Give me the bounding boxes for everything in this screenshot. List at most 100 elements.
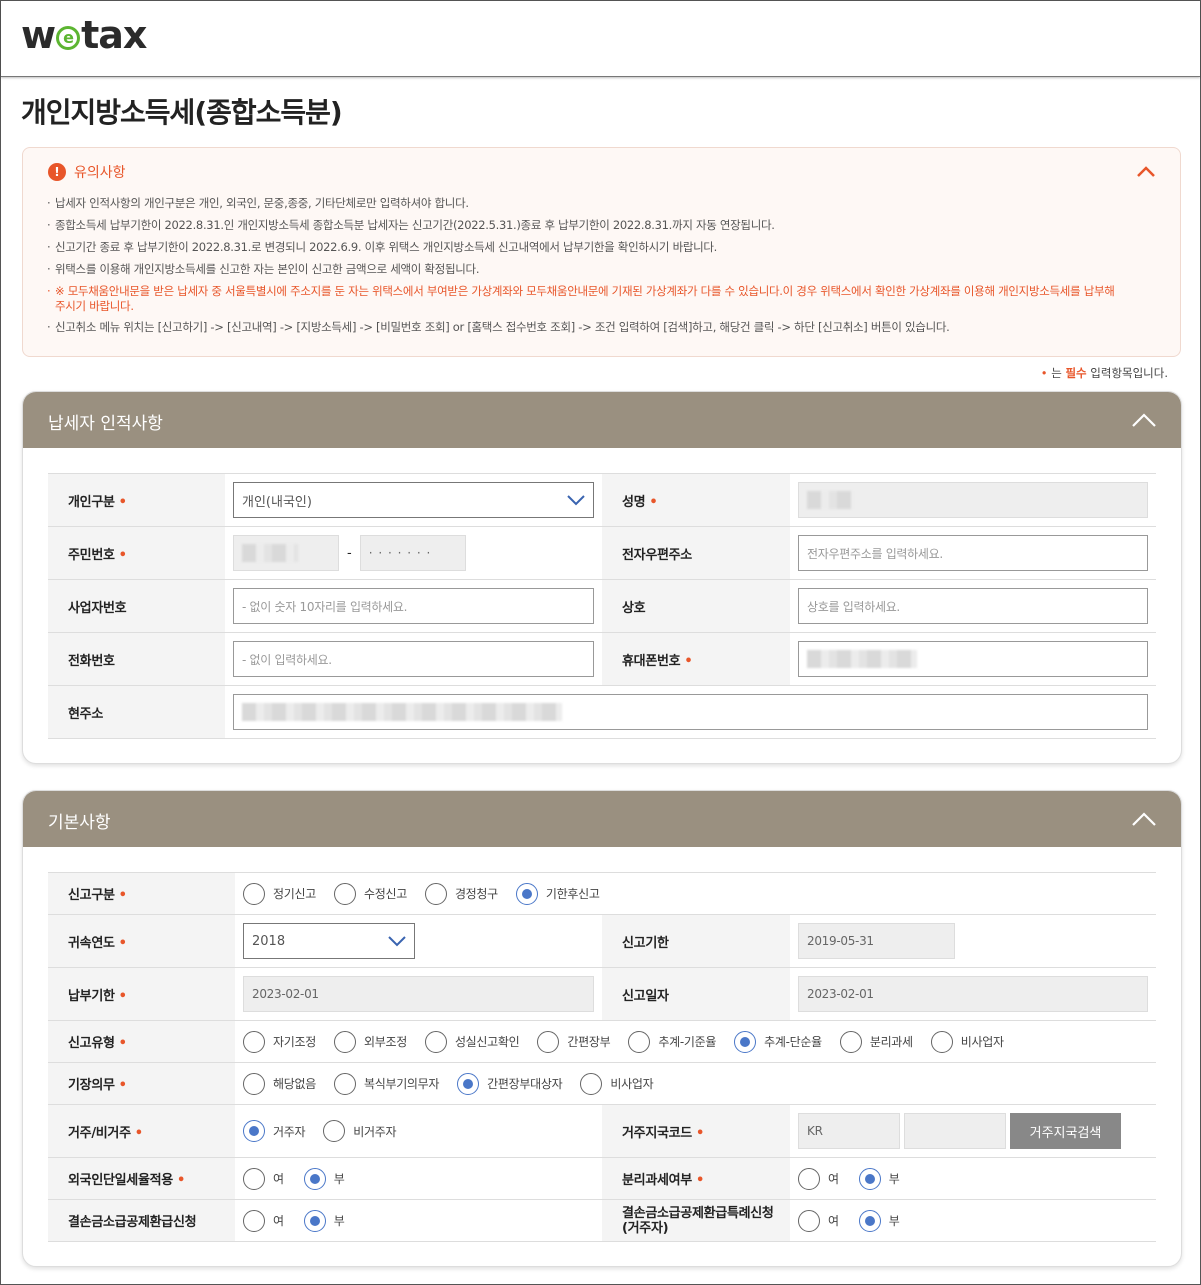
chevron-up-icon[interactable] — [1131, 811, 1157, 827]
radio-unchecked-icon[interactable] — [798, 1209, 820, 1232]
trade-name-input[interactable]: 상호를 입력하세요. — [798, 588, 1148, 624]
chevron-up-icon[interactable] — [1136, 164, 1156, 178]
type-select[interactable]: 개인(내국인) — [233, 482, 594, 518]
radio-checked-icon[interactable] — [515, 882, 538, 905]
logo-e-icon: e — [56, 26, 81, 50]
radio-option[interactable]: 정기신고 — [243, 882, 316, 905]
radio-unchecked-icon[interactable] — [839, 1030, 862, 1053]
residence-code-field: KR — [798, 1113, 900, 1149]
radio-unchecked-icon[interactable] — [323, 1120, 346, 1142]
radio-option[interactable]: 비사업자 — [580, 1072, 654, 1095]
radio-option[interactable]: 거주자 — [243, 1120, 306, 1142]
wetax-logo[interactable]: w e tax — [21, 13, 147, 57]
radio-unchecked-icon[interactable] — [243, 1030, 265, 1053]
radio-label: 거주자 — [273, 1124, 306, 1139]
radio-option[interactable]: 여 — [243, 1209, 284, 1232]
radio-option[interactable]: 성실신고확인 — [424, 1030, 520, 1053]
label-type: 개인구분 • — [48, 473, 225, 527]
label-name: 성명 • — [602, 473, 790, 527]
separate-tax-radios: 여부 — [798, 1167, 1148, 1190]
label-foreign-flat: 외국인단일세율적용 • — [48, 1157, 235, 1200]
radio-option[interactable]: 부 — [303, 1167, 345, 1190]
radio-option[interactable]: 추계-단순율 — [734, 1030, 822, 1053]
radio-option[interactable]: 외부조정 — [333, 1030, 407, 1053]
radio-label: 해당없음 — [273, 1077, 316, 1091]
radio-unchecked-icon[interactable] — [424, 882, 447, 905]
radio-option[interactable]: 경정청구 — [424, 882, 498, 905]
radio-unchecked-icon[interactable] — [333, 882, 356, 905]
radio-option[interactable]: 비거주자 — [323, 1120, 397, 1142]
radio-checked-icon[interactable] — [303, 1167, 326, 1190]
radio-checked-icon[interactable] — [734, 1030, 757, 1053]
radio-checked-icon[interactable] — [243, 1120, 265, 1142]
radio-unchecked-icon[interactable] — [243, 1209, 265, 1232]
foreign-flat-radios: 여부 — [243, 1167, 594, 1190]
radio-unchecked-icon[interactable] — [333, 1072, 356, 1095]
radio-unchecked-icon[interactable] — [243, 882, 265, 905]
radio-option[interactable]: 기한후신고 — [515, 882, 600, 905]
radio-label: 부 — [888, 1214, 900, 1228]
radio-label: 자기조정 — [273, 1035, 316, 1049]
phone-input[interactable]: - 없이 입력하세요. — [233, 641, 594, 677]
label-phone: 전화번호 — [48, 632, 225, 686]
masked-value — [807, 491, 853, 509]
radio-unchecked-icon[interactable] — [537, 1030, 560, 1053]
radio-unchecked-icon[interactable] — [243, 1072, 265, 1095]
radio-checked-icon[interactable] — [858, 1167, 881, 1190]
radio-unchecked-icon[interactable] — [930, 1030, 953, 1053]
site-header: w e tax — [1, 1, 1200, 77]
radio-option[interactable]: 부 — [858, 1209, 900, 1232]
radio-option[interactable]: 부 — [303, 1209, 345, 1232]
label-bookkeeping: 기장의무 • — [48, 1062, 235, 1105]
label-residence-code: 거주지국코드 • — [602, 1104, 790, 1158]
rrn-separator: - — [347, 545, 352, 561]
residence-search-button[interactable]: 거주지국검색 — [1010, 1113, 1121, 1149]
label-rrn: 주민번호 • — [48, 526, 225, 580]
basic-section-header[interactable]: 기본사항 — [23, 791, 1181, 847]
radio-label: 여 — [828, 1214, 839, 1228]
radio-unchecked-icon[interactable] — [798, 1167, 820, 1190]
radio-option[interactable]: 비사업자 — [930, 1030, 1004, 1053]
radio-option[interactable]: 해당없음 — [243, 1072, 316, 1095]
radio-label: 외부조정 — [363, 1035, 407, 1049]
taxpayer-section-header[interactable]: 납세자 인적사항 — [23, 392, 1181, 448]
radio-unchecked-icon[interactable] — [424, 1030, 447, 1053]
radio-label: 부 — [888, 1172, 900, 1186]
radio-checked-icon[interactable] — [858, 1209, 881, 1232]
radio-label: 여 — [273, 1214, 284, 1228]
mobile-input[interactable] — [798, 641, 1148, 677]
radio-option[interactable]: 자기조정 — [243, 1030, 316, 1053]
radio-label: 성실신고확인 — [454, 1035, 520, 1049]
masked-value — [807, 650, 917, 668]
radio-unchecked-icon[interactable] — [628, 1030, 651, 1053]
deadline-field: 2019-05-31 — [798, 923, 955, 959]
radio-option[interactable]: 간편장부대상자 — [457, 1072, 563, 1095]
radio-unchecked-icon[interactable] — [243, 1167, 265, 1190]
label-residency: 거주/비거주 • — [48, 1104, 235, 1158]
radio-option[interactable]: 분리과세 — [839, 1030, 913, 1053]
radio-option[interactable]: 여 — [243, 1167, 284, 1190]
radio-option[interactable]: 부 — [858, 1167, 900, 1190]
radio-checked-icon[interactable] — [457, 1072, 480, 1095]
radio-label: 정기신고 — [273, 887, 316, 901]
year-select[interactable]: 2018 — [243, 923, 415, 959]
radio-option[interactable]: 여 — [798, 1167, 839, 1190]
radio-option[interactable]: 수정신고 — [333, 882, 407, 905]
label-report-date: 신고일자 — [602, 967, 790, 1021]
bizno-input[interactable]: - 없이 숫자 10자리를 입력하세요. — [233, 588, 594, 624]
chevron-down-icon — [388, 936, 406, 947]
radio-option[interactable]: 추계-기준율 — [628, 1030, 716, 1053]
email-input[interactable]: 전자우편주소를 입력하세요. — [798, 535, 1148, 571]
radio-unchecked-icon[interactable] — [580, 1072, 603, 1095]
radio-option[interactable]: 여 — [798, 1209, 839, 1232]
notice-item-warning: ※ 모두채움안내문을 받은 납세자 중 서울특별시에 주소지를 둔 자는 위택스… — [47, 284, 1127, 314]
radio-label: 여 — [828, 1172, 839, 1186]
page-title: 개인지방소득세(종합소득분) — [21, 96, 343, 129]
radio-checked-icon[interactable] — [303, 1209, 326, 1232]
radio-option[interactable]: 간편장부 — [537, 1030, 611, 1053]
radio-option[interactable]: 복식부기의무자 — [333, 1072, 439, 1095]
address-input[interactable] — [233, 694, 1148, 730]
loss-refund-radios: 여부 — [243, 1209, 594, 1232]
radio-unchecked-icon[interactable] — [333, 1030, 356, 1053]
chevron-up-icon[interactable] — [1131, 412, 1157, 428]
